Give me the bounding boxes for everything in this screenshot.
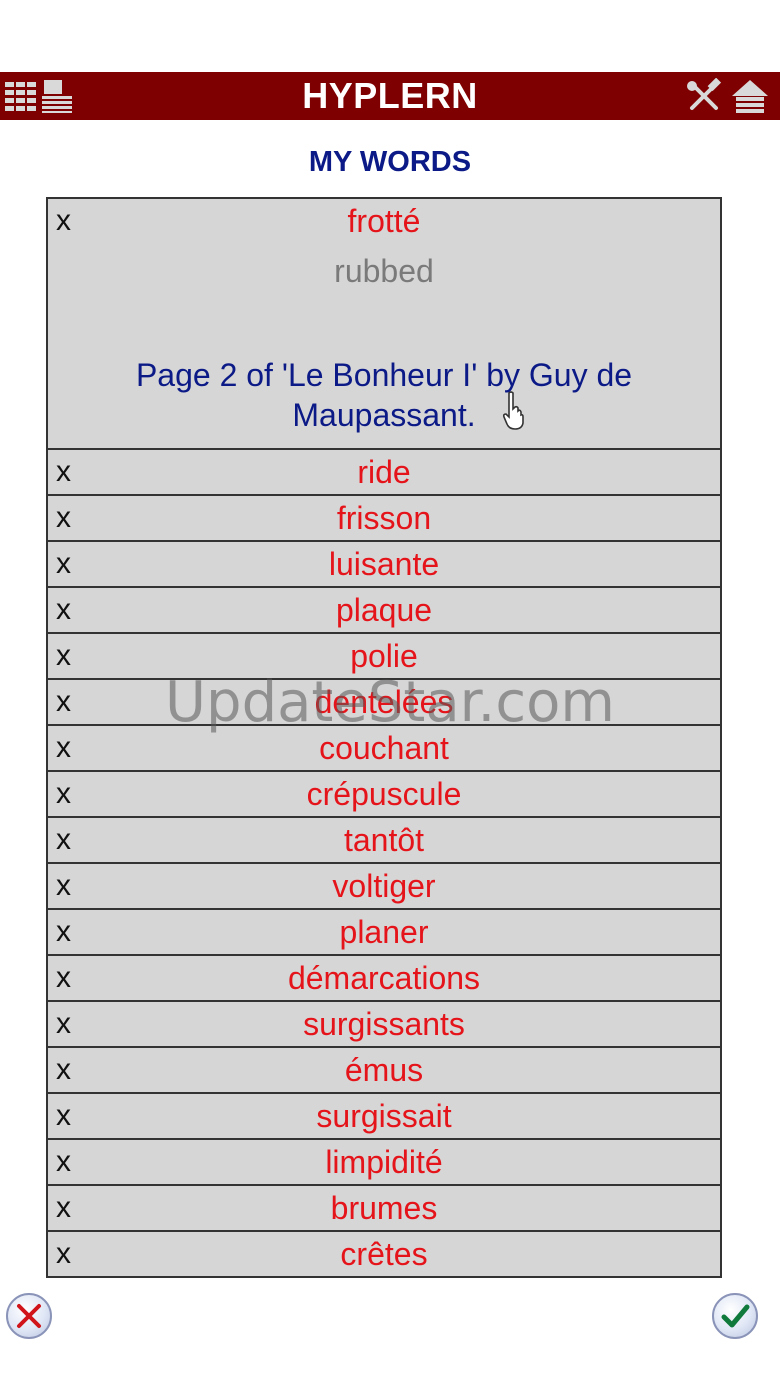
word-text[interactable]: voltiger xyxy=(48,868,720,904)
word-entry[interactable]: x polie xyxy=(48,634,720,680)
word-text[interactable]: surgissants xyxy=(48,1006,720,1042)
cancel-button[interactable] xyxy=(6,1293,52,1339)
word-list: x frotté rubbed Page 2 of 'Le Bonheur I'… xyxy=(46,197,722,1278)
word-entry[interactable]: x surgissait xyxy=(48,1094,720,1140)
word-entry[interactable]: x ride xyxy=(48,450,720,496)
translation-text: rubbed xyxy=(334,253,434,289)
word-entry[interactable]: x démarcations xyxy=(48,956,720,1002)
home-icon[interactable] xyxy=(730,78,770,114)
word-entry[interactable]: x frisson xyxy=(48,496,720,542)
word-text[interactable]: ride xyxy=(48,454,720,490)
word-text[interactable]: émus xyxy=(48,1052,720,1088)
word-entry[interactable]: x surgissants xyxy=(48,1002,720,1048)
confirm-button[interactable] xyxy=(712,1293,758,1339)
word-text[interactable]: frotté xyxy=(48,203,720,239)
word-text[interactable]: luisante xyxy=(48,546,720,582)
word-entry[interactable]: x dentelées xyxy=(48,680,720,726)
word-entry[interactable]: x planer xyxy=(48,910,720,956)
word-text[interactable]: brumes xyxy=(48,1190,720,1226)
word-entry[interactable]: x luisante xyxy=(48,542,720,588)
word-text[interactable]: limpidité xyxy=(48,1144,720,1180)
word-text[interactable]: dentelées xyxy=(48,684,720,720)
app-title: HYPLERN xyxy=(302,75,478,116)
word-text[interactable]: planer xyxy=(48,914,720,950)
word-entry[interactable]: x crêtes xyxy=(48,1232,720,1278)
page-heading: MY WORDS xyxy=(308,146,472,178)
word-entry[interactable]: x couchant xyxy=(48,726,720,772)
tools-icon[interactable] xyxy=(686,78,722,114)
word-text[interactable]: crêtes xyxy=(48,1236,720,1272)
word-text[interactable]: frisson xyxy=(48,500,720,536)
hand-cursor-icon xyxy=(502,391,524,430)
word-entry[interactable]: x brumes xyxy=(48,1186,720,1232)
title-bar: HYPLERN xyxy=(0,72,780,120)
word-text[interactable]: surgissait xyxy=(48,1098,720,1134)
word-text[interactable]: tantôt xyxy=(48,822,720,858)
word-text[interactable]: couchant xyxy=(48,730,720,766)
word-entry[interactable]: x plaque xyxy=(48,588,720,634)
word-entry[interactable]: x limpidité xyxy=(48,1140,720,1186)
word-text[interactable]: démarcations xyxy=(48,960,720,996)
word-entry[interactable]: x crépuscule xyxy=(48,772,720,818)
word-entry[interactable]: x voltiger xyxy=(48,864,720,910)
word-entry[interactable]: x tantôt xyxy=(48,818,720,864)
cancel-icon xyxy=(17,1304,41,1328)
word-entry[interactable]: x émus xyxy=(48,1048,720,1094)
word-text[interactable]: polie xyxy=(48,638,720,674)
word-entry-expanded[interactable]: x frotté rubbed Page 2 of 'Le Bonheur I'… xyxy=(48,199,720,450)
source-reference-link[interactable]: Page 2 of 'Le Bonheur I' by Guy de Maupa… xyxy=(78,355,690,435)
word-text[interactable]: plaque xyxy=(48,592,720,628)
checkmark-icon xyxy=(721,1304,750,1328)
word-text[interactable]: crépuscule xyxy=(48,776,720,812)
